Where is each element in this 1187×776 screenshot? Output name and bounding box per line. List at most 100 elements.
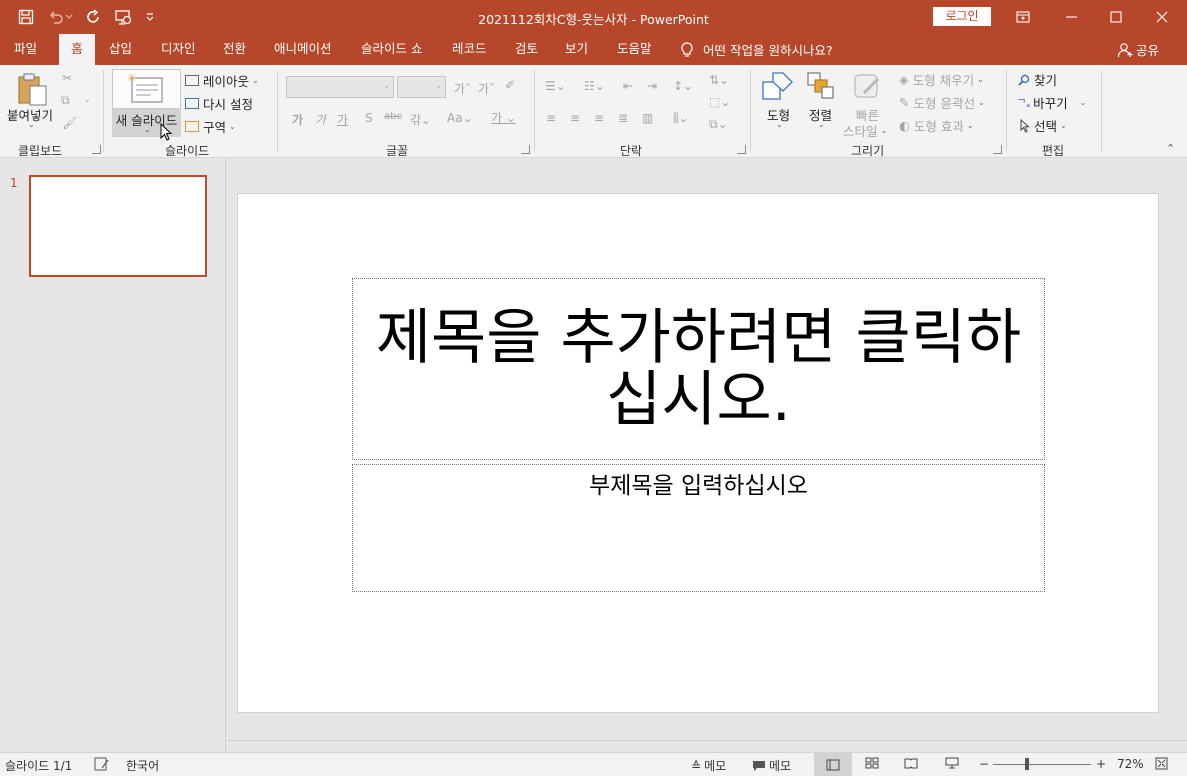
title-placeholder[interactable]: 제목을 추가하려면 클릭하십시오.	[352, 278, 1045, 460]
align-center-icon[interactable]: ≡	[570, 111, 580, 125]
reset-button[interactable]: 다시 설정	[185, 94, 253, 113]
increase-indent-icon[interactable]: ⇥	[647, 79, 657, 93]
replace-button[interactable]: ᄀₐ 바꾸기 ⌄	[1017, 93, 1086, 112]
align-right-icon[interactable]: ≡	[594, 111, 604, 125]
tab-transitions[interactable]: 전환	[223, 34, 246, 65]
save-icon[interactable]	[16, 8, 36, 26]
undo-dropdown-icon[interactable]	[64, 8, 74, 26]
increase-font-size-icon[interactable]: 가ˆ	[454, 80, 471, 97]
zoom-slider[interactable]	[993, 764, 1091, 765]
undo-icon[interactable]	[46, 8, 66, 26]
shape-outline-dropdown-icon: ⌄	[977, 98, 985, 107]
normal-view-icon[interactable]	[814, 753, 852, 776]
drawing-launcher-icon[interactable]	[993, 145, 1002, 154]
spell-check-icon[interactable]	[94, 757, 110, 771]
decrease-indent-icon[interactable]: ⇤	[623, 79, 633, 93]
redo-icon[interactable]	[84, 8, 104, 26]
select-button[interactable]: 선택 ⌄	[1020, 116, 1067, 135]
slide-sorter-icon[interactable]	[865, 757, 879, 769]
collapse-ribbon-icon[interactable]: ⌃	[1166, 142, 1175, 155]
tab-slideshow[interactable]: 슬라이드 쇼	[361, 34, 422, 65]
shape-effects-button[interactable]: ◐ 도형 효과 ⌄	[899, 116, 974, 135]
shape-fill-label: 도형 채우기	[912, 73, 975, 88]
tab-help[interactable]: 도움말	[617, 34, 652, 65]
bold-icon[interactable]: 가	[292, 111, 303, 128]
bullets-icon[interactable]: ☰⌄	[545, 79, 566, 93]
font-name-combo[interactable]: ⌄	[286, 76, 394, 98]
distributed-icon[interactable]: ▥	[642, 111, 653, 125]
tab-insert[interactable]: 삽입	[109, 34, 132, 65]
slideshow-view-icon[interactable]	[945, 757, 959, 769]
quick-styles-label-2[interactable]: 스타일 ⌄	[843, 121, 887, 140]
clear-formatting-icon[interactable]: ✐	[505, 78, 515, 92]
zoom-out-icon[interactable]: −	[979, 757, 989, 771]
find-button[interactable]: 찾기	[1018, 70, 1057, 89]
columns-icon[interactable]: ⫼⌄	[673, 111, 689, 126]
copy-icon[interactable]: ⧉	[61, 93, 70, 108]
minimize-icon[interactable]	[1049, 0, 1095, 34]
slide-thumbnail[interactable]	[29, 175, 207, 277]
slide-canvas[interactable]: 제목을 추가하려면 클릭하십시오. 부제목을 입력하십시오	[237, 193, 1159, 713]
tab-file[interactable]: 파일	[14, 34, 37, 65]
section-button[interactable]: 구역 ⌄	[185, 117, 236, 136]
paragraph-launcher-icon[interactable]	[737, 145, 746, 154]
italic-icon[interactable]: 가	[315, 111, 326, 128]
group-separator	[277, 70, 278, 152]
tell-me-search[interactable]: 어떤 작업을 원하시나요?	[681, 34, 833, 65]
text-shadow-icon[interactable]: S	[365, 111, 373, 125]
language-indicator[interactable]: 한국어	[126, 757, 159, 774]
strikethrough-icon[interactable]: abc	[384, 111, 402, 122]
justify-icon[interactable]: ≣	[618, 111, 628, 125]
horizontal-scrollbar[interactable]	[227, 740, 1187, 752]
share-button[interactable]: 공유	[1117, 34, 1159, 65]
convert-smartart-icon[interactable]: ⧉⌄	[709, 117, 728, 132]
font-size-combo[interactable]: ⌄	[397, 76, 446, 98]
new-slide-button[interactable]: ✳ 새 슬라이드 ⌄	[112, 69, 181, 141]
arrange-icon[interactable]	[806, 71, 836, 101]
fit-to-window-icon[interactable]	[1155, 757, 1168, 770]
underline-icon[interactable]: 가	[337, 111, 348, 128]
tab-home[interactable]: 홈	[59, 34, 95, 65]
copy-dropdown-icon[interactable]: ⌄	[84, 95, 91, 104]
presentation-icon[interactable]	[114, 8, 134, 26]
shape-fill-button[interactable]: ◈ 도형 채우기 ⌄	[899, 70, 984, 89]
line-spacing-icon[interactable]: ↕⌄	[673, 79, 693, 93]
reading-view-icon[interactable]	[904, 757, 918, 769]
tab-animations[interactable]: 애니메이션	[274, 34, 332, 65]
zoom-level[interactable]: 72%	[1117, 757, 1144, 771]
customize-toolbar-icon[interactable]	[143, 8, 157, 26]
character-spacing-icon[interactable]: 갂⌄	[410, 111, 431, 128]
numbering-icon[interactable]: ☷⌄	[584, 79, 605, 93]
paste-dropdown-icon[interactable]: ⌄	[28, 120, 35, 129]
tab-view[interactable]: 보기	[565, 34, 588, 65]
align-text-icon[interactable]: ⬚⌄	[709, 95, 730, 109]
cut-icon[interactable]: ✂	[62, 71, 72, 85]
ribbon-display-options-icon[interactable]	[1000, 0, 1046, 34]
format-painter-icon[interactable]: 🖌	[62, 116, 77, 130]
tab-record[interactable]: 레코드	[452, 34, 487, 65]
layout-button[interactable]: 레이아웃 ⌄	[185, 71, 259, 90]
shapes-dropdown-icon[interactable]: ⌄	[776, 120, 783, 129]
align-left-icon[interactable]: ≡	[546, 111, 556, 125]
zoom-slider-thumb[interactable]	[1025, 758, 1029, 770]
login-button[interactable]: 로그인	[933, 7, 991, 26]
paste-icon[interactable]	[16, 71, 50, 107]
arrange-dropdown-icon[interactable]: ⌄	[818, 120, 825, 129]
quick-styles-icon[interactable]	[851, 71, 883, 103]
notes-button[interactable]: ≙ 메모	[691, 757, 726, 774]
text-direction-icon[interactable]: ⇅⌄	[709, 73, 729, 87]
subtitle-placeholder[interactable]: 부제목을 입력하십시오	[352, 464, 1045, 592]
shapes-icon[interactable]	[762, 71, 794, 101]
tab-review[interactable]: 검토	[515, 34, 538, 65]
maximize-icon[interactable]	[1093, 0, 1139, 34]
font-color-icon[interactable]: 가 ⌄	[491, 109, 516, 126]
tab-design[interactable]: 디자인	[161, 34, 196, 65]
zoom-in-icon[interactable]: +	[1096, 757, 1106, 771]
font-launcher-icon[interactable]	[521, 145, 530, 154]
comments-button[interactable]: 메모	[752, 757, 791, 774]
change-case-icon[interactable]: Aa⌄	[447, 111, 473, 125]
shape-outline-button[interactable]: ✎ 도형 윤곽선 ⌄	[899, 93, 985, 112]
clipboard-launcher-icon[interactable]	[92, 145, 101, 154]
close-icon[interactable]	[1139, 0, 1185, 34]
decrease-font-size-icon[interactable]: 가ˇ	[478, 80, 495, 97]
